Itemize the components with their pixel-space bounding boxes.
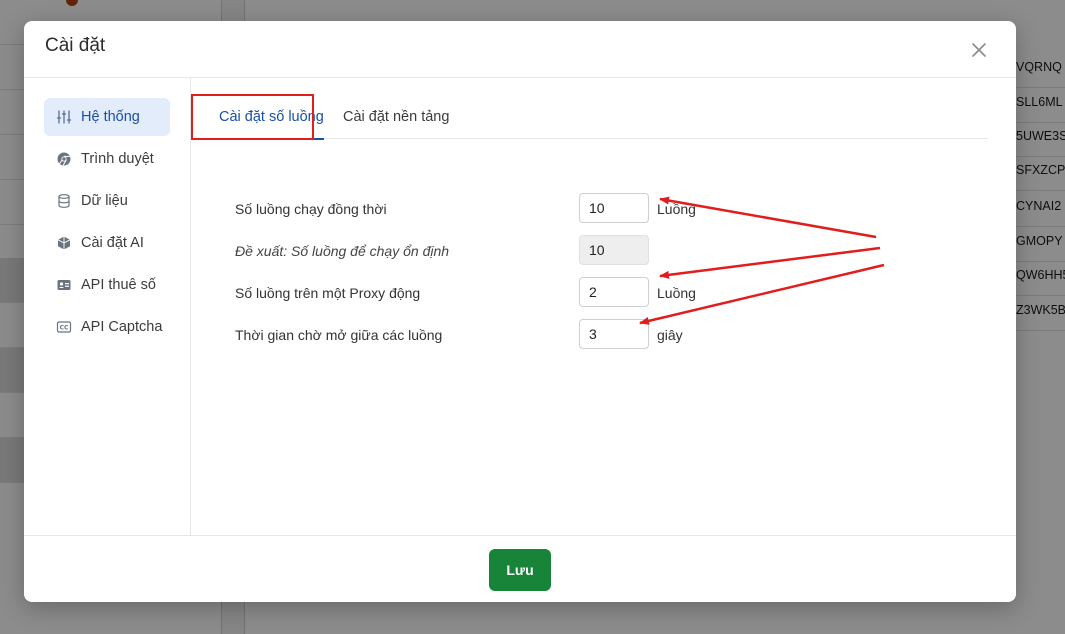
settings-content: Cài đặt số luồng Cài đặt nền tảng Số luồ… bbox=[191, 78, 1016, 535]
sidebar-item-label: Trình duyệt bbox=[81, 151, 154, 167]
unit-label: Luồng bbox=[657, 201, 696, 217]
sidebar-item-du-lieu[interactable]: Dữ liệu bbox=[44, 182, 170, 220]
settings-sidebar: Hệ thống Trình duyệt Dữ liệu Cài đặt AI … bbox=[24, 78, 191, 535]
modal-title: Cài đặt bbox=[45, 35, 106, 56]
form-row-threads-per-proxy: Số luồng trên một Proxy động Luồng bbox=[235, 277, 975, 309]
modal-header: Cài đặt bbox=[24, 21, 1016, 78]
sidebar-item-label: Dữ liệu bbox=[81, 193, 128, 209]
chrome-icon bbox=[56, 151, 72, 167]
form-row-recommended-threads: Đề xuất: Số luồng để chạy ổn định bbox=[235, 235, 975, 267]
sidebar-item-label: API thuê số bbox=[81, 277, 156, 293]
database-icon bbox=[56, 193, 72, 209]
sidebar-item-label: Hệ thống bbox=[81, 109, 140, 125]
sliders-icon bbox=[56, 109, 72, 125]
settings-modal: Cài đặt Hệ thống Trình duyệt Dữ liệu Cài… bbox=[24, 21, 1016, 602]
sidebar-item-trinh-duyet[interactable]: Trình duyệt bbox=[44, 140, 170, 178]
form-row-thread-delay: Thời gian chờ mở giữa các luồng giây bbox=[235, 319, 975, 351]
ai-cube-icon bbox=[56, 235, 72, 251]
tab-cai-dat-so-luong[interactable]: Cài đặt số luồng bbox=[219, 97, 324, 140]
save-button[interactable]: Lưu bbox=[489, 549, 551, 591]
svg-text:CC: CC bbox=[60, 325, 69, 332]
modal-footer: Lưu bbox=[24, 535, 1016, 602]
form-label: Đề xuất: Số luồng để chạy ổn định bbox=[235, 243, 450, 259]
sidebar-item-label: Cài đặt AI bbox=[81, 235, 144, 251]
unit-label: giây bbox=[657, 327, 683, 343]
thread-delay-input[interactable] bbox=[579, 319, 649, 349]
form-label: Số luồng trên một Proxy động bbox=[235, 285, 421, 301]
sidebar-item-cai-dat-ai[interactable]: Cài đặt AI bbox=[44, 224, 170, 262]
tab-bar: Cài đặt số luồng Cài đặt nền tảng bbox=[215, 97, 988, 140]
sidebar-item-label: API Captcha bbox=[81, 319, 163, 335]
close-icon bbox=[972, 43, 986, 57]
form-label: Thời gian chờ mở giữa các luồng bbox=[235, 327, 443, 343]
id-card-icon bbox=[56, 277, 72, 293]
sidebar-item-api-captcha[interactable]: CC API Captcha bbox=[44, 308, 170, 346]
cc-icon: CC bbox=[56, 319, 72, 335]
unit-label: Luồng bbox=[657, 285, 696, 301]
concurrent-threads-input[interactable] bbox=[579, 193, 649, 223]
threads-per-proxy-input[interactable] bbox=[579, 277, 649, 307]
tab-cai-dat-nen-tang[interactable]: Cài đặt nền tảng bbox=[343, 97, 449, 139]
close-button[interactable] bbox=[968, 39, 990, 61]
form-label: Số luồng chạy đồng thời bbox=[235, 201, 387, 217]
sidebar-item-he-thong[interactable]: Hệ thống bbox=[44, 98, 170, 136]
recommended-threads-field bbox=[579, 235, 649, 265]
sidebar-item-api-thue-so[interactable]: API thuê số bbox=[44, 266, 170, 304]
form-row-concurrent-threads: Số luồng chạy đồng thời Luồng bbox=[235, 193, 975, 225]
